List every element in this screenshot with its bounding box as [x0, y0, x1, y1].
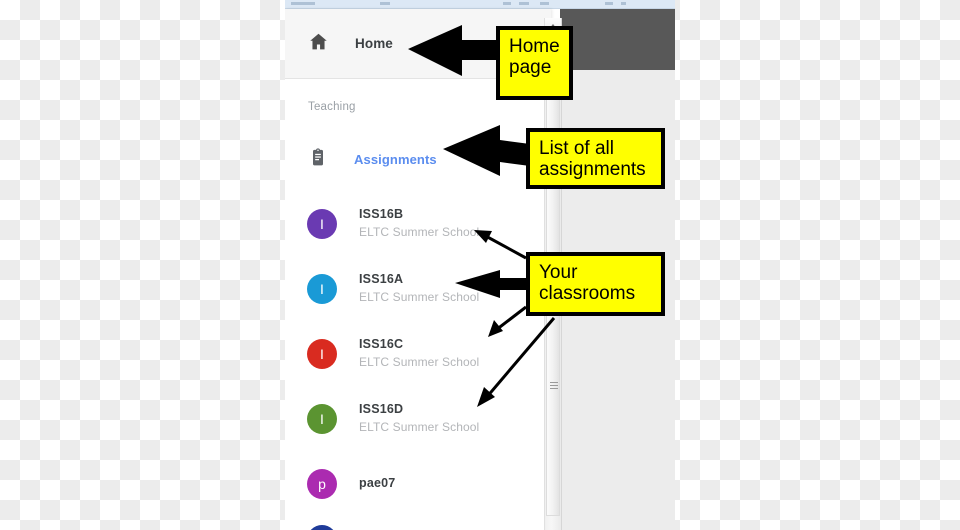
sidebar-item-class[interactable]: I ISS16B ELTC Summer School	[285, 191, 551, 256]
class-text: ISS16A ELTC Summer School	[359, 271, 479, 306]
class-subtitle: ELTC Summer School	[359, 419, 480, 434]
avatar: I	[307, 208, 337, 239]
chrome-strip-marks	[285, 0, 675, 8]
callout-assignments: List of all assignments	[526, 128, 665, 189]
avatar: I	[307, 338, 337, 369]
chrome-mark	[540, 2, 549, 5]
chrome-mark	[380, 2, 390, 5]
screenshot-canvas: Home Teaching Assignments I ISS16B ELTC …	[0, 0, 960, 530]
chrome-mark	[605, 2, 613, 5]
class-name: ISS16C	[359, 337, 404, 352]
class-name: ISS16D	[359, 402, 404, 417]
class-name: ISS16A	[359, 272, 404, 287]
callout-classrooms: Your classrooms	[526, 252, 665, 316]
class-subtitle: ELTC Summer School	[359, 224, 480, 239]
sidebar-item-class[interactable]: I ISS16A ELTC Summer School	[285, 256, 551, 321]
scrollbar-grip-icon	[550, 382, 558, 391]
chrome-mark	[291, 2, 315, 5]
sidebar-item-assignments[interactable]: Assignments	[285, 137, 551, 181]
callout-classrooms-line2: classrooms	[539, 283, 636, 305]
avatar: p	[307, 468, 337, 499]
sidebar-item-home-label: Home	[355, 36, 393, 51]
class-text: ISS16B ELTC Summer School	[359, 206, 479, 241]
avatar: I	[307, 403, 337, 434]
sidebar-item-class[interactable]: p pae07	[285, 451, 551, 516]
class-list: I ISS16B ELTC Summer School I ISS16A ELT…	[285, 191, 551, 516]
home-icon	[308, 31, 329, 57]
callout-assignments-line2: assignments	[539, 159, 646, 181]
chrome-mark	[503, 2, 511, 5]
class-text: ISS16C ELTC Summer School	[359, 336, 479, 371]
sidebar-item-class[interactable]: I ISS16D ELTC Summer School	[285, 386, 551, 451]
sidebar-item-class-partial[interactable]	[307, 525, 337, 530]
callout-classrooms-line1: Your	[539, 262, 578, 283]
class-subtitle: ELTC Summer School	[359, 354, 480, 369]
callout-home-page-line2: page	[509, 57, 552, 79]
page-header-bar	[560, 9, 675, 70]
class-name: pae07	[359, 476, 396, 491]
class-subtitle: ELTC Summer School	[359, 289, 480, 304]
class-text: pae07	[359, 477, 395, 490]
callout-home-page: Home page	[496, 26, 573, 100]
sidebar-item-class[interactable]: I ISS16C ELTC Summer School	[285, 321, 551, 386]
section-heading-teaching: Teaching	[308, 101, 356, 113]
callout-assignments-line1: List of all	[539, 138, 614, 159]
class-name: ISS16B	[359, 207, 404, 222]
chrome-mark	[621, 2, 626, 5]
avatar: I	[307, 273, 337, 304]
callout-home-page-line1: Home	[509, 36, 560, 57]
sidebar-item-assignments-label: Assignments	[354, 151, 437, 167]
browser-chrome-strip	[285, 0, 675, 9]
class-text: ISS16D ELTC Summer School	[359, 401, 479, 436]
clipboard-icon	[308, 147, 328, 172]
chrome-mark	[519, 2, 529, 5]
